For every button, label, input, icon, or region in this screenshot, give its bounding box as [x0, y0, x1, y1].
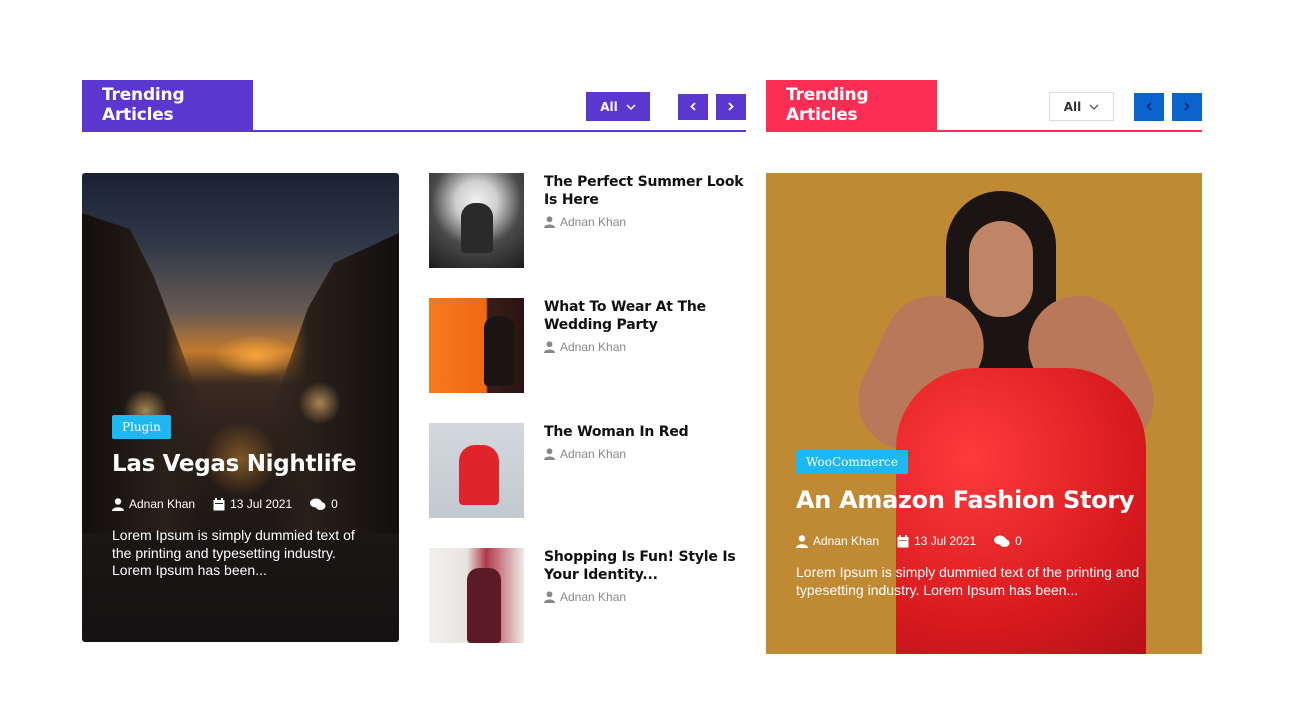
comments-meta: 0 — [310, 497, 338, 511]
calendar-icon — [213, 497, 225, 511]
user-icon — [544, 216, 555, 228]
widget-title: Trending Articles — [82, 80, 253, 130]
author-name[interactable]: Adnan Khan — [560, 590, 626, 604]
author-name[interactable]: Adnan Khan — [560, 447, 626, 461]
next-button[interactable] — [716, 93, 746, 120]
chevron-left-icon — [690, 102, 696, 111]
category-filter-dropdown[interactable]: All — [586, 92, 650, 121]
date-meta: 13 Jul 2021 — [897, 534, 976, 548]
featured-article-card[interactable]: WooCommerce An Amazon Fashion Story Adna… — [766, 173, 1202, 654]
comments-icon — [994, 535, 1010, 548]
featured-overlay: Plugin Las Vegas Nightlife Adnan Khan 13… — [112, 415, 372, 580]
comment-count[interactable]: 0 — [331, 497, 338, 511]
next-button[interactable] — [1172, 92, 1202, 121]
background-image — [969, 221, 1033, 317]
thumbnail-figure — [461, 203, 493, 253]
featured-excerpt: Lorem Ipsum is simply dummied text of th… — [796, 564, 1140, 598]
list-item-author: Adnan Khan — [544, 340, 744, 354]
chevron-right-icon — [728, 102, 734, 111]
author-name[interactable]: Adnan Khan — [560, 340, 626, 354]
featured-title[interactable]: Las Vegas Nightlife — [112, 451, 372, 477]
thumbnail-figure — [459, 445, 499, 505]
header-controls: All — [1049, 92, 1202, 121]
article-thumbnail[interactable] — [429, 423, 524, 518]
user-icon — [796, 534, 808, 548]
author-name[interactable]: Adnan Khan — [560, 215, 626, 229]
header-controls: All — [586, 92, 746, 121]
user-icon — [544, 341, 555, 353]
author-meta: Adnan Khan — [112, 497, 195, 511]
thumbnail-figure — [484, 316, 514, 386]
article-thumbnail[interactable] — [429, 298, 524, 393]
calendar-icon — [897, 534, 909, 548]
article-list: The Perfect Summer Look Is Here Adnan Kh… — [429, 173, 746, 673]
author-meta: Adnan Khan — [796, 534, 879, 548]
list-item-body: The Woman In Red Adnan Khan — [544, 423, 744, 461]
list-item-author: Adnan Khan — [544, 590, 744, 604]
chevron-right-icon — [1184, 102, 1190, 111]
list-item[interactable]: The Woman In Red Adnan Khan — [429, 423, 746, 548]
list-item-author: Adnan Khan — [544, 447, 744, 461]
list-item-title[interactable]: Shopping Is Fun! Style Is Your Identity.… — [544, 548, 744, 584]
prev-button[interactable] — [678, 93, 708, 120]
publish-date: 13 Jul 2021 — [914, 534, 977, 548]
widget-header: Trending Articles All — [766, 80, 1202, 132]
filter-label: All — [600, 99, 618, 114]
trending-articles-widget-left: Trending Articles All Plugin Las Vegas N… — [82, 80, 746, 650]
user-icon — [544, 591, 555, 603]
article-thumbnail[interactable] — [429, 173, 524, 268]
list-item-title[interactable]: The Woman In Red — [544, 423, 744, 441]
featured-title[interactable]: An Amazon Fashion Story — [796, 486, 1186, 514]
publish-date: 13 Jul 2021 — [230, 497, 293, 511]
user-icon — [112, 497, 124, 511]
list-item-author: Adnan Khan — [544, 215, 744, 229]
widget-header: Trending Articles All — [82, 80, 746, 132]
date-meta: 13 Jul 2021 — [213, 497, 292, 511]
thumbnail-figure — [467, 568, 501, 643]
comments-icon — [310, 498, 326, 511]
category-badge[interactable]: WooCommerce — [796, 450, 908, 474]
article-thumbnail[interactable] — [429, 548, 524, 643]
prev-button[interactable] — [1134, 92, 1164, 121]
chevron-down-icon — [626, 103, 636, 110]
list-item-body: Shopping Is Fun! Style Is Your Identity.… — [544, 548, 744, 604]
category-badge[interactable]: Plugin — [112, 415, 171, 439]
featured-excerpt: Lorem Ipsum is simply dummied text of th… — [112, 527, 355, 578]
featured-overlay: WooCommerce An Amazon Fashion Story Adna… — [796, 450, 1186, 599]
user-icon — [544, 448, 555, 460]
chevron-down-icon — [1089, 104, 1099, 110]
widget-title: Trending Articles — [766, 80, 937, 130]
list-item[interactable]: Shopping Is Fun! Style Is Your Identity.… — [429, 548, 746, 673]
author-name[interactable]: Adnan Khan — [813, 534, 879, 548]
trending-articles-widget-right: Trending Articles All WooCommerce An Ama… — [766, 80, 1202, 660]
comment-count[interactable]: 0 — [1015, 534, 1022, 548]
article-meta: Adnan Khan 13 Jul 2021 0 — [796, 534, 1186, 548]
author-name[interactable]: Adnan Khan — [129, 497, 195, 511]
filter-label: All — [1063, 99, 1082, 114]
list-item-body: What To Wear At The Wedding Party Adnan … — [544, 298, 744, 354]
list-item-body: The Perfect Summer Look Is Here Adnan Kh… — [544, 173, 744, 229]
header-underline — [82, 130, 746, 132]
article-meta: Adnan Khan 13 Jul 2021 0 — [112, 497, 372, 511]
comments-meta: 0 — [994, 534, 1022, 548]
featured-article-card[interactable]: Plugin Las Vegas Nightlife Adnan Khan 13… — [82, 173, 399, 642]
category-filter-dropdown[interactable]: All — [1049, 92, 1114, 121]
list-item-title[interactable]: What To Wear At The Wedding Party — [544, 298, 744, 334]
list-item[interactable]: The Perfect Summer Look Is Here Adnan Kh… — [429, 173, 746, 298]
list-item[interactable]: What To Wear At The Wedding Party Adnan … — [429, 298, 746, 423]
list-item-title[interactable]: The Perfect Summer Look Is Here — [544, 173, 744, 209]
chevron-left-icon — [1146, 102, 1152, 111]
header-underline — [766, 130, 1202, 132]
